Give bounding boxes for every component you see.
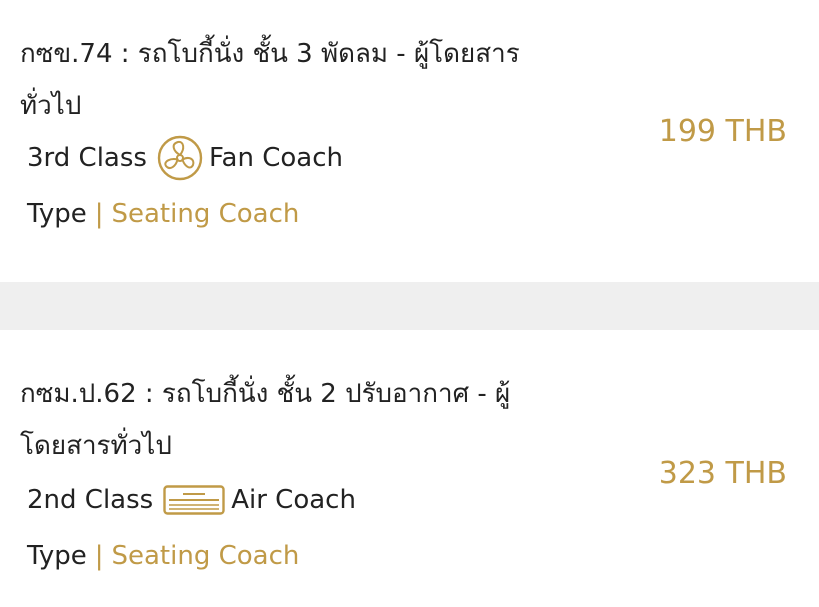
type-separator: | <box>94 541 104 571</box>
ticket-card[interactable]: กซม.ป.62 : รถโบกี้นั่ง ชั้น 2 ปรับอากาศ … <box>0 330 819 607</box>
class-label: 3rd Class <box>27 143 147 173</box>
air-conditioner-icon <box>163 485 225 515</box>
type-value: Seating Coach <box>111 541 300 571</box>
type-value: Seating Coach <box>111 199 300 229</box>
ticket-title: กซม.ป.62 : รถโบกี้นั่ง ชั้น 2 ปรับอากาศ … <box>20 379 511 461</box>
coach-label: Fan Coach <box>208 143 343 173</box>
type-info: Type | Seating Coach <box>27 192 299 236</box>
ticket-price: 199 THB <box>658 114 787 149</box>
ticket-card[interactable]: กซข.74 : รถโบกี้นั่ง ชั้น 3 พัดลม - ผู้โ… <box>0 0 819 282</box>
fan-icon <box>157 135 203 181</box>
type-label: Type <box>27 541 87 571</box>
class-info: 2nd Class Air Coach <box>27 478 356 522</box>
card-separator <box>0 282 819 330</box>
type-label: Type <box>27 199 87 229</box>
coach-label: Air Coach <box>231 485 356 515</box>
class-label: 2nd Class <box>27 485 154 515</box>
ticket-title: กซข.74 : รถโบกี้นั่ง ชั้น 3 พัดลม - ผู้โ… <box>20 39 520 121</box>
type-info: Type | Seating Coach <box>27 534 299 578</box>
ticket-price: 323 THB <box>658 456 787 491</box>
type-separator: | <box>94 199 104 229</box>
class-info: 3rd Class Fan Coach <box>27 135 343 181</box>
